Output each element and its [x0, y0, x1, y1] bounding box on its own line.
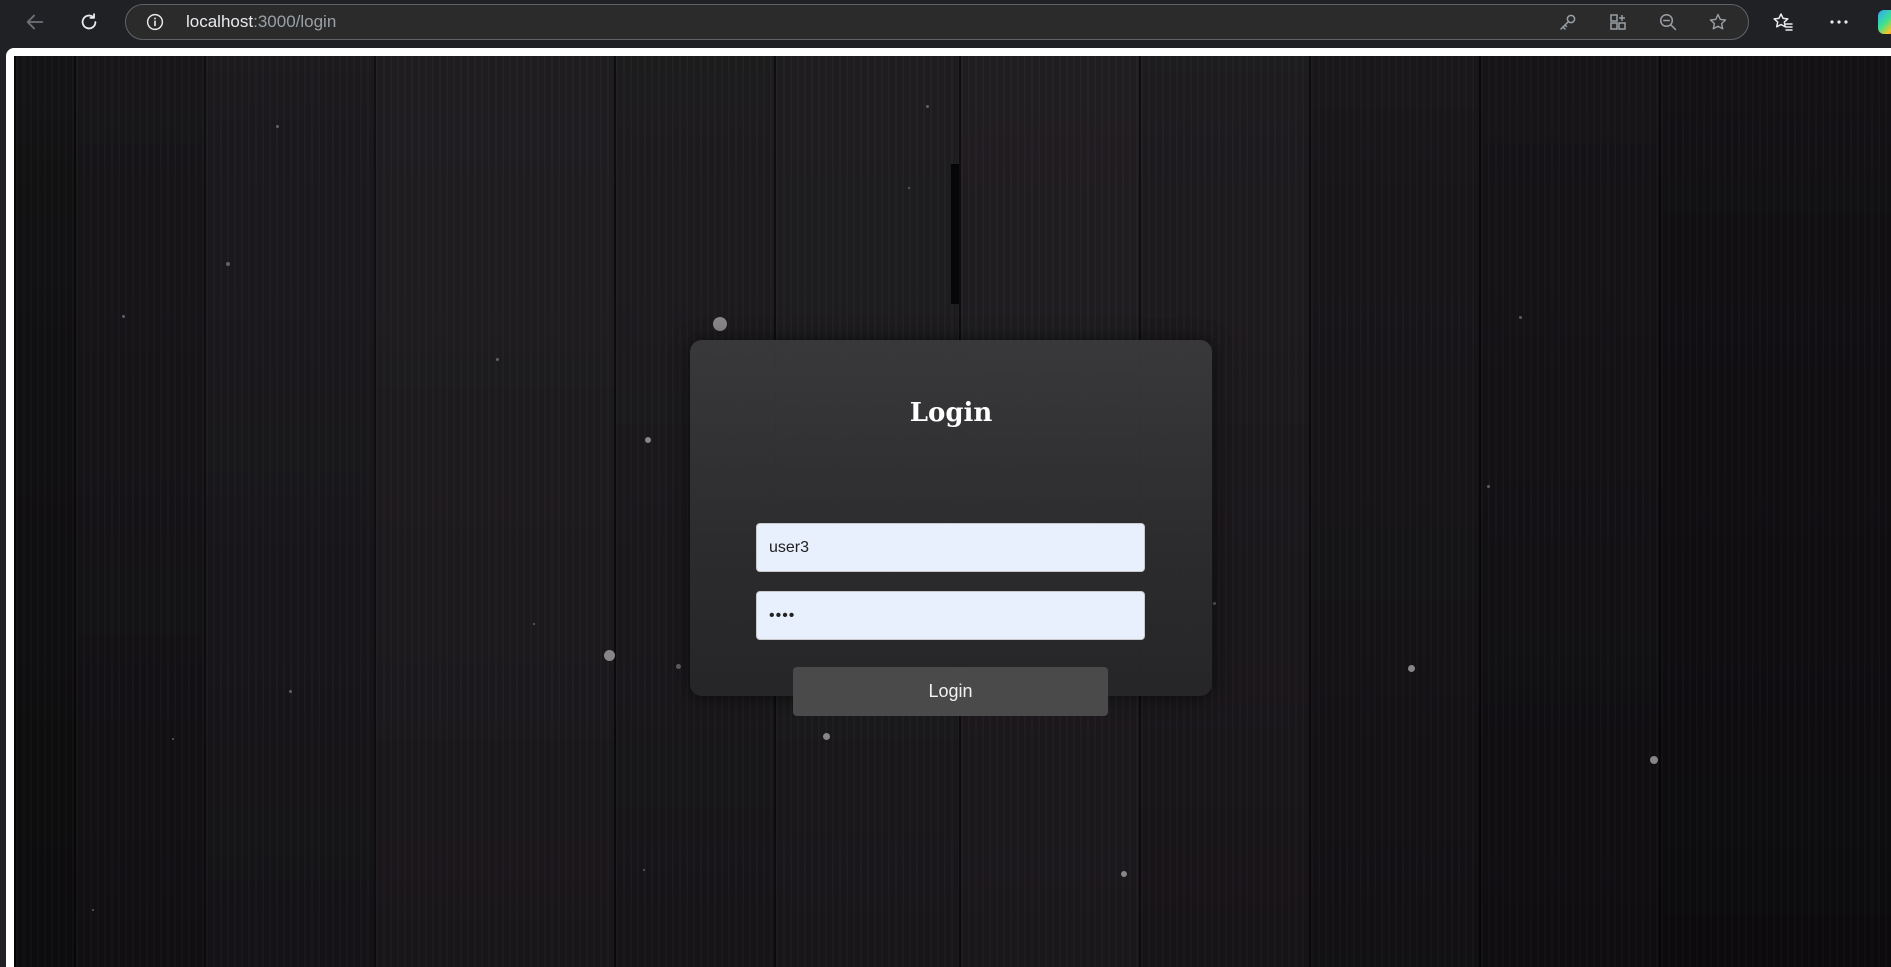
key-icon[interactable]: [1558, 12, 1578, 32]
dust-speck: [288, 689, 292, 693]
favorites-icon[interactable]: [1771, 10, 1795, 34]
refresh-icon: [81, 13, 97, 30]
dust-speck: [925, 104, 929, 108]
username-input[interactable]: [756, 523, 1145, 572]
dust-speck: [675, 663, 681, 669]
dust-speck: [92, 909, 94, 911]
dust-speck: [603, 649, 615, 661]
dust-speck: [908, 187, 910, 189]
favorite-star-icon[interactable]: [1708, 12, 1728, 32]
password-input[interactable]: [756, 591, 1145, 640]
login-button[interactable]: Login: [793, 667, 1108, 716]
url-host: localhost: [186, 12, 254, 31]
dust-speck: [1121, 871, 1127, 877]
dust-speck: [1407, 664, 1415, 672]
dust-speck: [1518, 315, 1522, 319]
login-page: Login Login: [14, 56, 1891, 967]
wood-plank: [1659, 56, 1891, 967]
dust-speck: [645, 437, 651, 443]
browser-toolbar: localhost:3000/login: [0, 0, 1891, 46]
address-bar[interactable]: localhost:3000/login: [125, 4, 1749, 40]
url-text: localhost:3000/login: [186, 13, 336, 31]
zoom-out-icon[interactable]: [1658, 12, 1678, 32]
wood-plank: [14, 56, 76, 967]
dust-speck: [275, 124, 279, 128]
wood-plank: [74, 56, 206, 967]
wood-seam: [951, 164, 959, 304]
dust-speck: [121, 314, 125, 318]
wood-plank: [374, 56, 616, 967]
dust-speck: [1650, 756, 1658, 764]
dust-speck: [495, 357, 499, 361]
url-path: :3000/login: [253, 12, 337, 31]
more-icon[interactable]: [1827, 10, 1851, 34]
back-icon: [26, 14, 44, 30]
wood-plank: [1309, 56, 1481, 967]
dust-speck: [226, 262, 230, 266]
wood-plank: [204, 56, 376, 967]
login-title: Login: [909, 398, 993, 428]
back-button[interactable]: [20, 7, 50, 37]
info-icon[interactable]: [146, 13, 164, 31]
dust-speck: [822, 732, 830, 740]
dust-speck: [1212, 601, 1216, 605]
extensions-icon[interactable]: [1608, 12, 1628, 32]
copilot-icon[interactable]: [1878, 10, 1891, 34]
login-card: Login Login: [690, 340, 1212, 716]
dust-speck: [172, 738, 174, 740]
dust-speck: [533, 623, 535, 625]
refresh-button[interactable]: [74, 7, 104, 37]
dust-speck: [643, 869, 645, 871]
dust-speck: [713, 317, 727, 331]
dust-speck: [1486, 484, 1490, 488]
wood-plank: [1479, 56, 1661, 967]
